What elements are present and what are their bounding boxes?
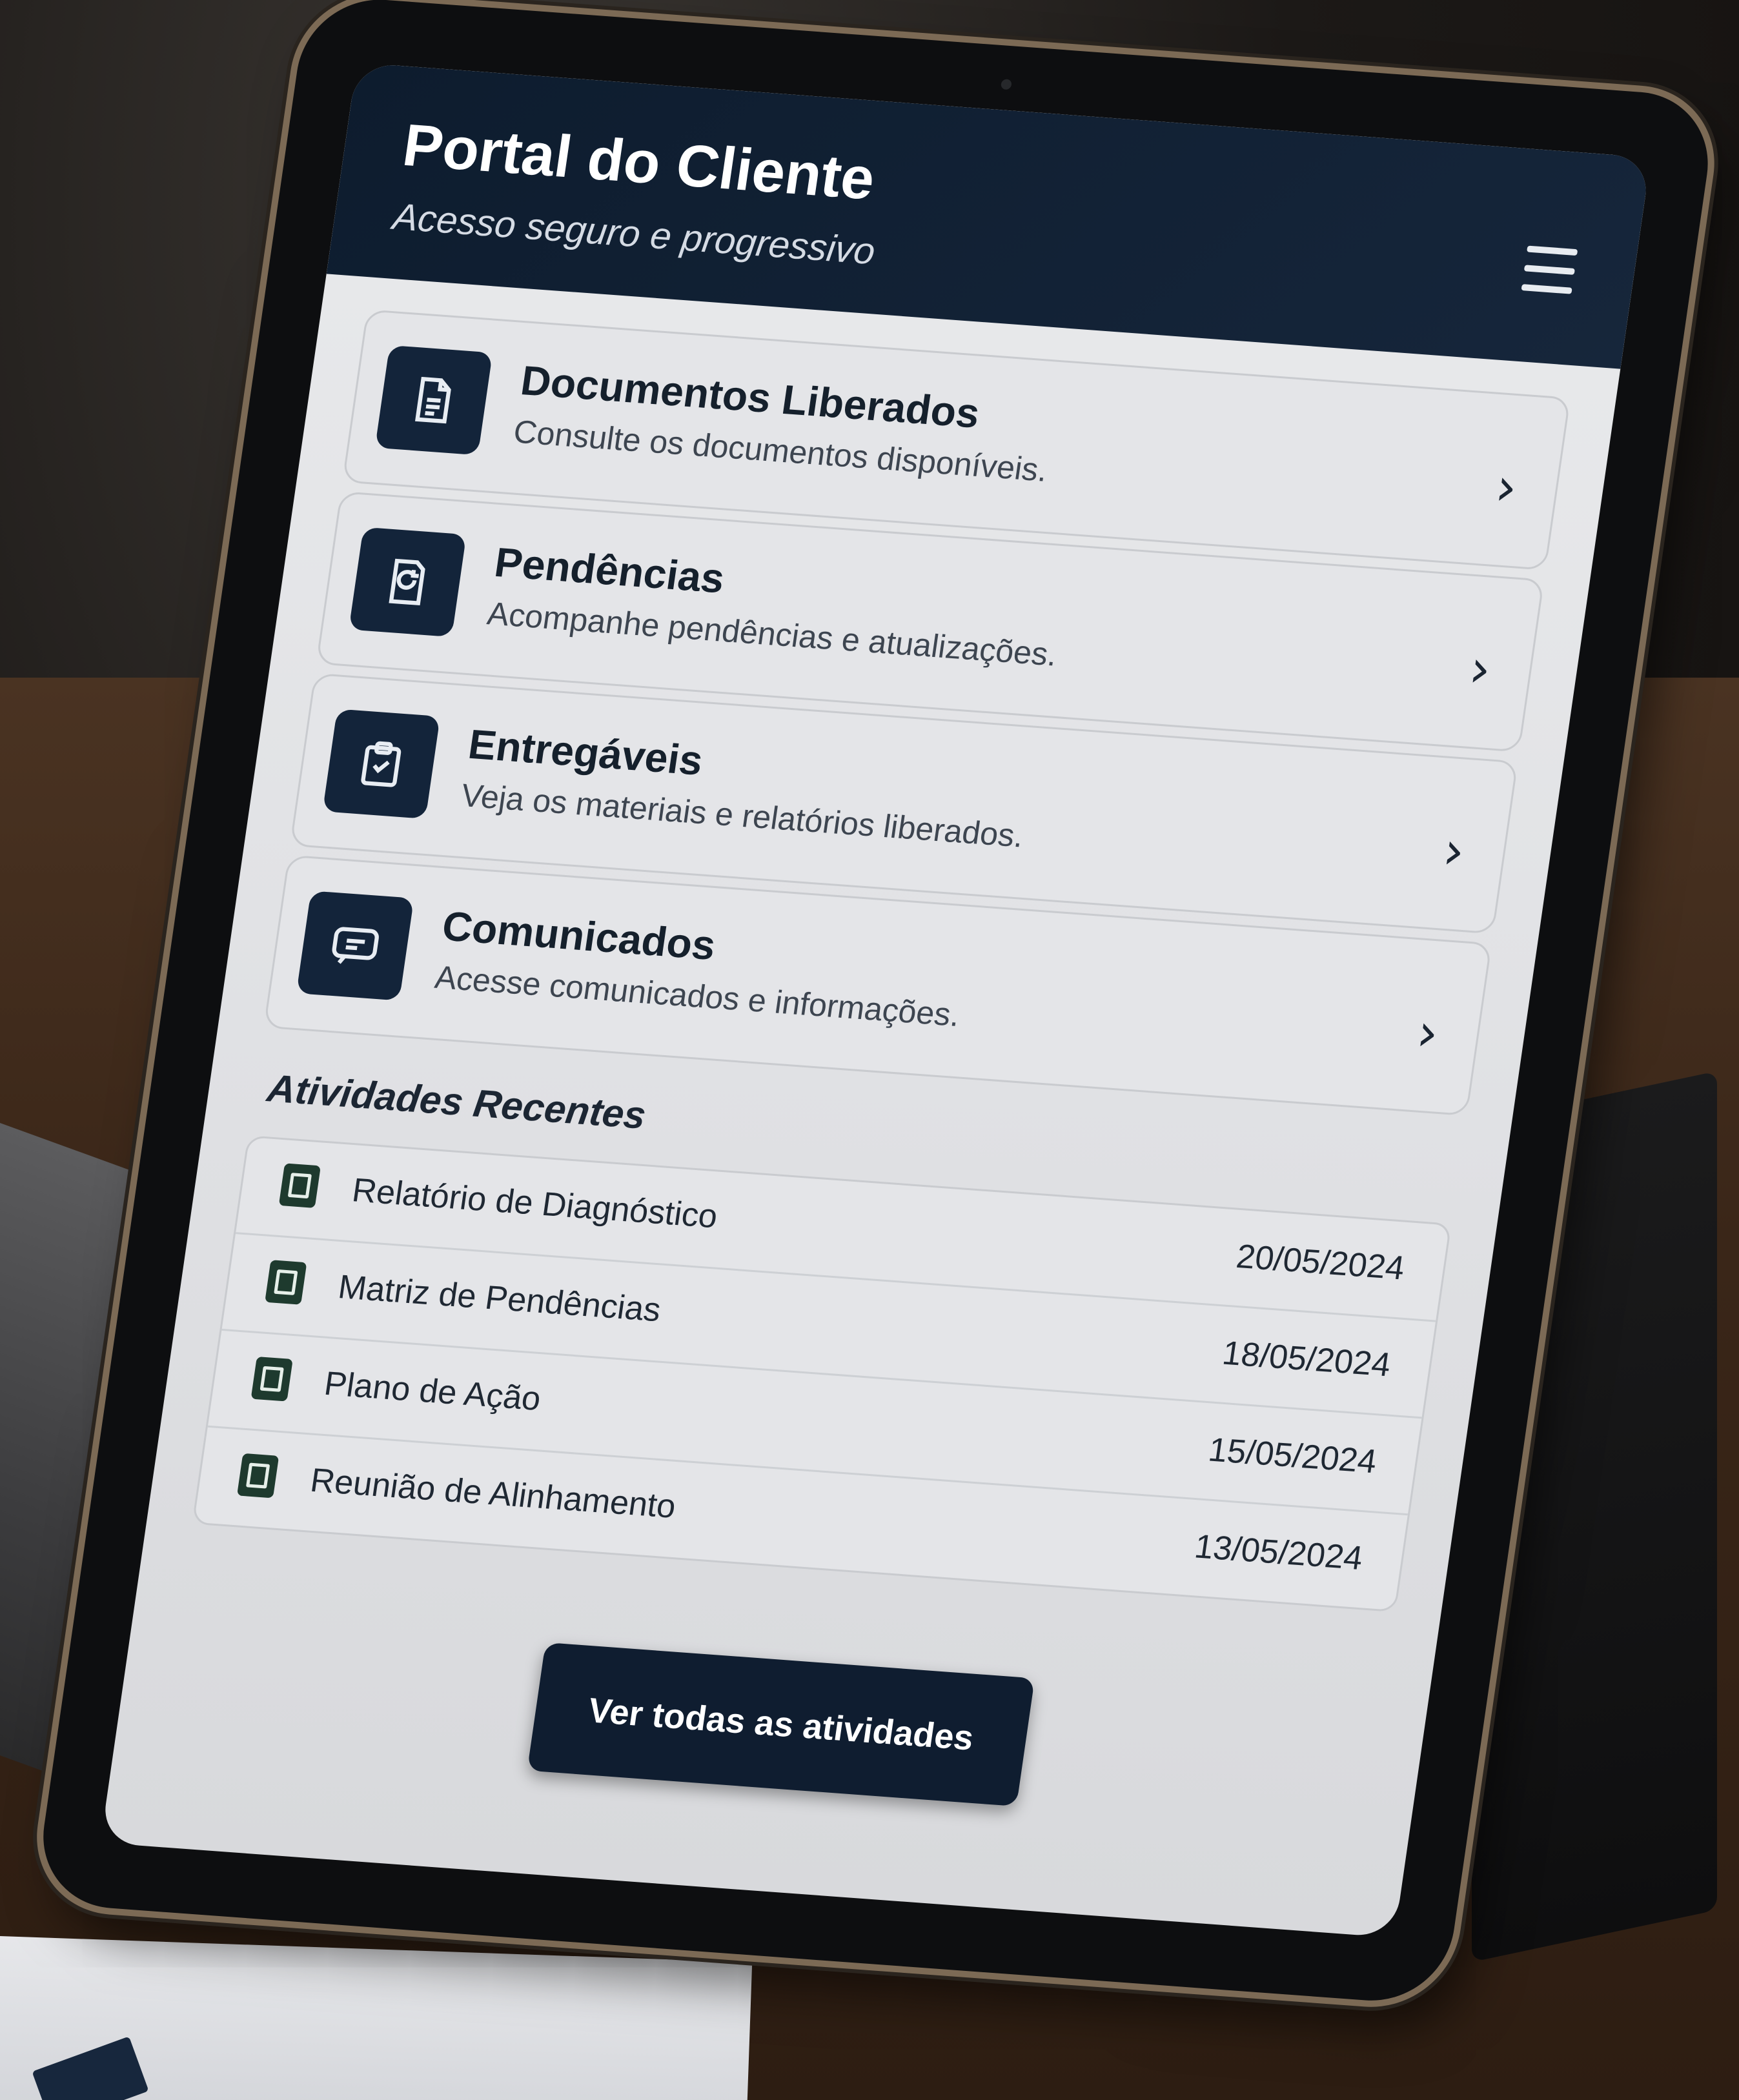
spreadsheet-file-icon (236, 1453, 280, 1499)
activity-name: Plano de Ação (321, 1365, 544, 1419)
recent-activities-heading: Atividades Recentes (264, 1066, 649, 1137)
chevron-right-icon: › (1413, 1002, 1443, 1064)
card-title: Comunicados (439, 902, 718, 969)
spreadsheet-file-icon (278, 1163, 321, 1208)
chevron-right-icon: › (1492, 456, 1521, 518)
activity-name: Relatório de Diagnóstico (349, 1171, 720, 1236)
activity-date: 13/05/2024 (1192, 1528, 1365, 1578)
card-title: Entregáveis (465, 720, 706, 784)
photo-scene: Portal do Cliente Acesso seguro e progre… (0, 0, 1739, 2100)
spreadsheet-file-icon (265, 1260, 307, 1305)
page-title: Portal do Cliente (398, 112, 879, 212)
activity-name: Reunião de Alinhamento (308, 1461, 678, 1526)
view-all-activities-button[interactable]: Ver todas as atividades (527, 1642, 1035, 1807)
chevron-right-icon: › (1439, 820, 1469, 882)
tablet-screen: Portal do Cliente Acesso seguro e progre… (100, 62, 1651, 1938)
menu-cards: Documentos Liberados Consulte os documen… (262, 309, 1571, 1125)
card-description: Acompanhe pendências e atualizações. (485, 595, 1060, 673)
card-description: Veja os materiais e relatórios liberados… (458, 777, 1026, 854)
recent-activities-list: Relatório de Diagnóstico 20/05/2024 Matr… (192, 1135, 1452, 1613)
card-description: Acesse comunicados e informações. (432, 958, 962, 1034)
tablet: Portal do Cliente Acesso seguro e progre… (33, 0, 1718, 2006)
activity-name: Matriz de Pendências (336, 1268, 664, 1329)
refresh-document-icon (349, 527, 467, 638)
hamburger-menu-icon[interactable] (1521, 245, 1578, 294)
activity-date: 18/05/2024 (1220, 1334, 1393, 1384)
activity-date: 20/05/2024 (1234, 1237, 1407, 1287)
document-icon (374, 345, 493, 456)
chevron-right-icon: › (1465, 638, 1495, 700)
clipboard-icon (322, 709, 441, 819)
message-icon (296, 891, 414, 1001)
activity-date: 15/05/2024 (1206, 1431, 1379, 1481)
spreadsheet-file-icon (250, 1357, 293, 1402)
card-title: Pendências (491, 538, 727, 602)
